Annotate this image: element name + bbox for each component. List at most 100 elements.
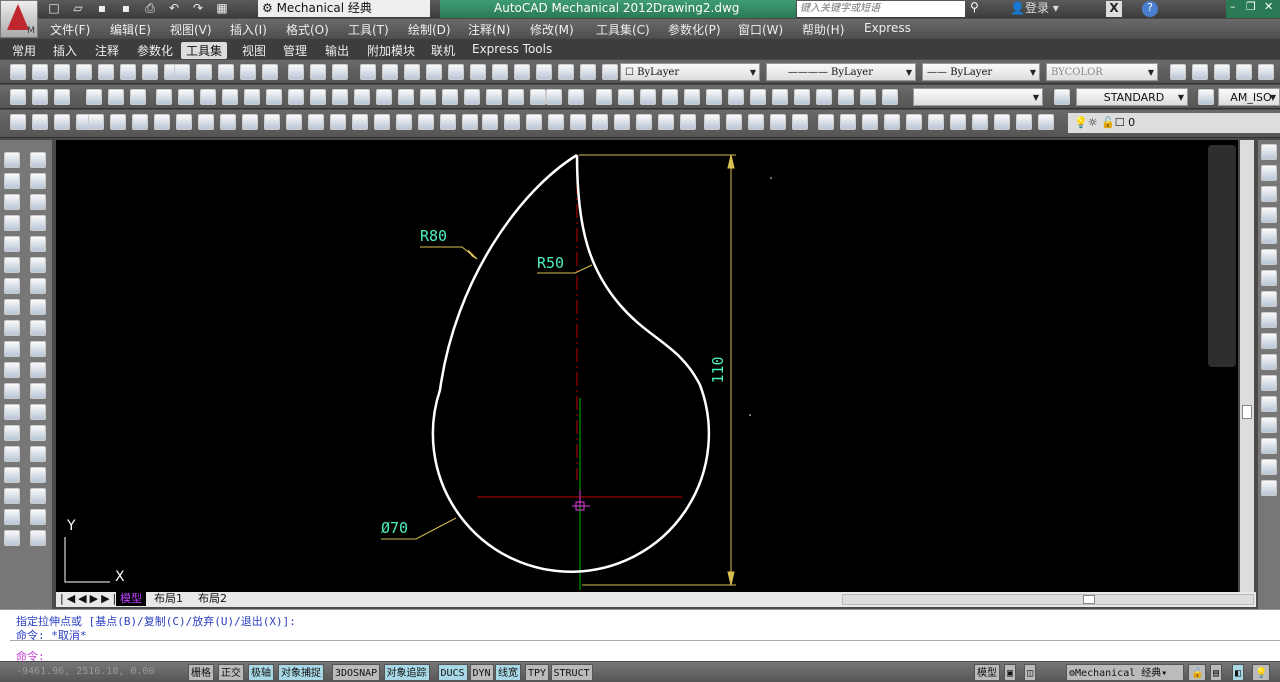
tool-icon[interactable] <box>972 114 988 130</box>
menu-item[interactable]: 工具集(C) <box>596 21 650 38</box>
tool-icon[interactable] <box>906 114 922 130</box>
binoculars-icon[interactable]: ⚲ <box>970 0 979 14</box>
tool-icon[interactable] <box>1261 312 1277 328</box>
tool-icon[interactable] <box>30 152 46 168</box>
tool-icon[interactable] <box>816 89 832 105</box>
tool-icon[interactable] <box>882 89 898 105</box>
menu-item[interactable]: 注释(N) <box>468 21 510 38</box>
tool-icon[interactable] <box>110 114 126 130</box>
tool-icon[interactable] <box>242 114 258 130</box>
tool-icon[interactable] <box>818 114 834 130</box>
tool-icon[interactable] <box>4 152 20 168</box>
tool-icon[interactable] <box>218 64 234 80</box>
tool-icon[interactable] <box>680 114 696 130</box>
tool-icon[interactable] <box>130 89 146 105</box>
tool-icon[interactable] <box>98 64 114 80</box>
tool-icon[interactable] <box>508 89 524 105</box>
status-toggle[interactable]: DYN <box>469 664 494 681</box>
tool-icon[interactable] <box>220 114 236 130</box>
tool-icon[interactable] <box>244 89 260 105</box>
tool-icon[interactable] <box>4 425 20 441</box>
tool-icon[interactable] <box>792 114 808 130</box>
tool-icon[interactable] <box>1261 354 1277 370</box>
lightbulb-icon[interactable]: 💡 <box>1252 664 1271 681</box>
tool-icon[interactable] <box>470 64 486 80</box>
tool-icon[interactable] <box>286 114 302 130</box>
tool-icon[interactable] <box>4 383 20 399</box>
ribbon-tab[interactable]: 输出 <box>320 42 354 59</box>
tool-icon[interactable] <box>596 89 612 105</box>
tool-icon[interactable] <box>440 114 456 130</box>
tool-icon[interactable] <box>30 194 46 210</box>
tool-icon[interactable] <box>156 89 172 105</box>
tool-icon[interactable] <box>486 89 502 105</box>
status-toggle[interactable]: TPY <box>525 664 550 681</box>
tool-icon[interactable] <box>1261 333 1277 349</box>
tool-icon[interactable] <box>1261 375 1277 391</box>
redo-icon[interactable]: ↷ <box>190 1 206 15</box>
tool-icon[interactable] <box>30 278 46 294</box>
status-toggle[interactable]: 线宽 <box>495 664 521 681</box>
tool-icon[interactable] <box>1261 480 1277 496</box>
tool-icon[interactable] <box>174 64 190 80</box>
tool-icon[interactable] <box>30 425 46 441</box>
tool-icon[interactable] <box>1261 228 1277 244</box>
tool-icon[interactable] <box>1214 64 1230 80</box>
drawing-canvas[interactable]: 110 R80 R50 Ø70 Y X <box>56 140 1238 592</box>
tool-icon[interactable] <box>198 114 214 130</box>
tool-icon[interactable] <box>772 89 788 105</box>
exchange-icon[interactable]: X <box>1106 1 1122 17</box>
tool-icon[interactable] <box>200 89 216 105</box>
status-toggle[interactable]: 对象追踪 <box>383 664 430 681</box>
view-dropdown[interactable] <box>913 88 1043 107</box>
tool-icon[interactable] <box>30 236 46 252</box>
hardware-acceleration-icon[interactable]: ▤ <box>1210 664 1223 681</box>
tool-icon[interactable] <box>142 64 158 80</box>
tool-icon[interactable] <box>120 64 136 80</box>
tool-icon[interactable] <box>4 215 20 231</box>
tool-icon[interactable] <box>178 89 194 105</box>
tool-icon[interactable] <box>482 114 498 130</box>
tool-icon[interactable] <box>376 89 392 105</box>
tool-icon[interactable] <box>4 404 20 420</box>
workspace-switch-button[interactable]: ⚙Mechanical 经典▾ <box>1066 664 1184 681</box>
tool-icon[interactable] <box>30 299 46 315</box>
tool-icon[interactable] <box>928 114 944 130</box>
ribbon-tab[interactable]: 管理 <box>278 42 312 59</box>
tool-icon[interactable] <box>32 89 48 105</box>
tool-icon[interactable] <box>1258 64 1274 80</box>
tool-icon[interactable] <box>1261 417 1277 433</box>
tool-icon[interactable] <box>838 89 854 105</box>
navigation-bar[interactable] <box>1208 145 1236 367</box>
undo-icon[interactable]: ↶ <box>166 1 182 15</box>
menu-item[interactable]: 绘制(D) <box>408 21 451 38</box>
new-icon[interactable]: □ <box>46 1 62 15</box>
tool-icon[interactable] <box>332 64 348 80</box>
lock-icon[interactable]: 🔓 <box>1188 664 1207 681</box>
tool-icon[interactable] <box>750 89 766 105</box>
menu-item[interactable]: 文件(F) <box>50 21 90 38</box>
tool-icon[interactable] <box>288 89 304 105</box>
tool-icon[interactable] <box>398 89 414 105</box>
tool-icon[interactable] <box>154 114 170 130</box>
tool-icon[interactable] <box>4 341 20 357</box>
tool-icon[interactable] <box>382 64 398 80</box>
tool-icon[interactable] <box>88 114 104 130</box>
menu-item[interactable]: 工具(T) <box>348 21 389 38</box>
menu-item[interactable]: 编辑(E) <box>110 21 151 38</box>
menu-item[interactable]: 修改(M) <box>530 21 574 38</box>
tool-icon[interactable] <box>30 173 46 189</box>
tool-icon[interactable] <box>262 64 278 80</box>
login-button[interactable]: 👤登录 ▾ <box>1010 0 1059 17</box>
tool-icon[interactable] <box>354 89 370 105</box>
tool-icon[interactable] <box>580 64 596 80</box>
tool-icon[interactable] <box>618 89 634 105</box>
tool-icon[interactable] <box>352 114 368 130</box>
search-input[interactable] <box>797 1 965 17</box>
tool-icon[interactable] <box>464 89 480 105</box>
tool-icon[interactable] <box>54 89 70 105</box>
tool-icon[interactable] <box>30 530 46 546</box>
tool-icon[interactable] <box>602 64 618 80</box>
status-toggle[interactable]: 3DOSNAP <box>332 664 381 681</box>
tool-icon[interactable] <box>636 114 652 130</box>
